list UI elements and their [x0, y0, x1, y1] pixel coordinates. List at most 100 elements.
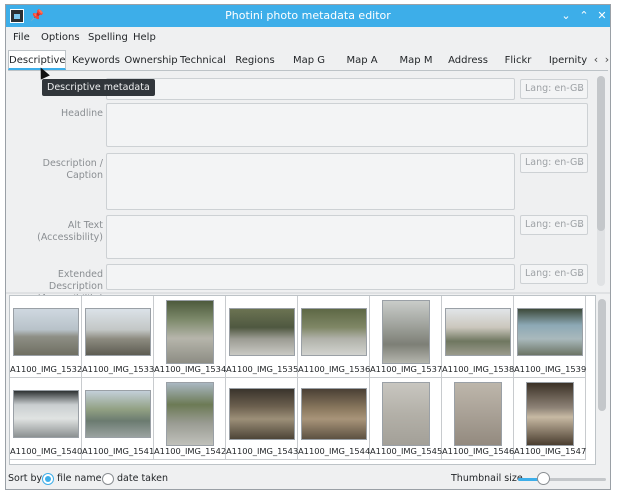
thumbnail-label: A1100_IMG_1533 — [82, 364, 155, 374]
chevron-down-icon: ⌄ — [576, 84, 583, 93]
tab-map-a[interactable]: Map A — [338, 51, 386, 71]
alt-text-label: Alt Text (Accessibility) — [37, 220, 103, 243]
close-icon[interactable]: ✕ — [594, 8, 610, 24]
window-title: Photini photo metadata editor — [225, 9, 391, 22]
tab-address[interactable]: Address — [444, 51, 492, 71]
maximize-icon[interactable]: ⌃ — [576, 8, 592, 24]
thumbnail-label: A1100_IMG_1544 — [298, 446, 371, 456]
thumbnail-label: A1100_IMG_1540 — [10, 446, 83, 456]
tab-keywords[interactable]: Keywords — [68, 51, 124, 71]
tab-ownership[interactable]: Ownership — [124, 51, 178, 71]
alt-text-lang-select[interactable]: Lang: en-GB ⌄ — [520, 215, 588, 235]
tab-flickr[interactable]: Flickr — [496, 51, 540, 71]
splitter-handle[interactable] — [6, 292, 610, 294]
thumbnail-A1100_IMG_1543[interactable]: A1100_IMG_1543 — [226, 378, 298, 460]
chevron-down-icon: ⌄ — [576, 158, 583, 167]
thumbnail-label: A1100_IMG_1534 — [154, 364, 227, 374]
description-lang-value: Lang: en-GB — [525, 157, 584, 168]
tab-scroll-left-icon[interactable]: ‹ — [591, 52, 601, 68]
thumbnail-label: A1100_IMG_1546 — [442, 446, 515, 456]
extended-description-field[interactable] — [106, 264, 515, 290]
menu-options[interactable]: Options — [41, 31, 80, 45]
alt-text-field[interactable] — [106, 215, 515, 259]
form-scrollbar[interactable] — [597, 76, 605, 286]
thumbnail-scrollbar[interactable] — [598, 299, 606, 411]
app-window: 📌 Photini photo metadata editor ⌄ ⌃ ✕ Fi… — [5, 4, 611, 490]
thumbnail-A1100_IMG_1535[interactable]: A1100_IMG_1535 — [226, 296, 298, 378]
thumbnail-label: A1100_IMG_1537 — [370, 364, 443, 374]
thumbnail-size-label: Thumbnail size — [451, 473, 523, 484]
thumbnail-label: A1100_IMG_1535 — [226, 364, 299, 374]
thumbnail-A1100_IMG_1541[interactable]: A1100_IMG_1541 — [82, 378, 154, 460]
thumbnail-image — [229, 388, 295, 440]
thumbnail-A1100_IMG_1537[interactable]: A1100_IMG_1537 — [370, 296, 442, 378]
thumbnail-A1100_IMG_1540[interactable]: A1100_IMG_1540 — [10, 378, 82, 460]
title-field[interactable] — [106, 78, 515, 100]
menu-spelling[interactable]: Spelling — [88, 31, 128, 45]
status-bar: Sort by file name date taken Thumbnail s… — [6, 468, 610, 489]
thumbnail-label: A1100_IMG_1539 — [514, 364, 587, 374]
thumbnail-A1100_IMG_1538[interactable]: A1100_IMG_1538 — [442, 296, 514, 378]
sort-by-label: Sort by — [8, 473, 43, 484]
thumbnail-label: A1100_IMG_1538 — [442, 364, 515, 374]
extended-description-lang-select[interactable]: Lang: en-GB ⌄ — [520, 264, 588, 284]
sort-date-taken-radio[interactable] — [102, 473, 114, 485]
tooltip: Descriptive metadata — [42, 79, 155, 96]
thumbnail-grid: A1100_IMG_1532 A1100_IMG_1533 A1100_IMG_15… — [9, 295, 596, 465]
sort-file-name-radio[interactable] — [42, 473, 54, 485]
tab-bar: Descriptive Keywords Ownership Technical… — [8, 49, 610, 71]
description-field[interactable] — [106, 153, 515, 210]
thumbnail-image — [382, 300, 430, 364]
title-lang-value: Lang: en-GB — [525, 83, 584, 94]
thumbnail-A1100_IMG_1544[interactable]: A1100_IMG_1544 — [298, 378, 370, 460]
sort-file-name-label[interactable]: file name — [57, 473, 101, 485]
tab-scroll-right-icon[interactable]: › — [602, 52, 610, 68]
thumbnail-A1100_IMG_1546[interactable]: A1100_IMG_1546 — [442, 378, 514, 460]
thumbnail-label: A1100_IMG_1547 — [514, 446, 587, 456]
form-scrollbar-handle[interactable] — [597, 76, 605, 231]
thumbnail-A1100_IMG_1542[interactable]: A1100_IMG_1542 — [154, 378, 226, 460]
tab-ipernity[interactable]: Ipernity — [544, 51, 592, 71]
thumbnail-A1100_IMG_1532[interactable]: A1100_IMG_1532 — [10, 296, 82, 378]
thumbnail-size-slider[interactable] — [518, 478, 606, 481]
menu-file[interactable]: File — [13, 31, 30, 45]
thumbnail-image — [229, 308, 295, 356]
tab-map-m[interactable]: Map M — [391, 51, 441, 71]
title-bar[interactable]: 📌 Photini photo metadata editor ⌄ ⌃ ✕ — [6, 5, 610, 27]
sort-date-taken-label[interactable]: date taken — [117, 473, 168, 485]
extended-description-lang-value: Lang: en-GB — [525, 268, 584, 279]
thumbnail-image — [166, 382, 214, 446]
thumbnail-image — [445, 308, 511, 356]
thumbnail-label: A1100_IMG_1541 — [82, 446, 155, 456]
headline-label: Headline — [61, 108, 103, 119]
minimize-icon[interactable]: ⌄ — [558, 8, 574, 24]
thumbnail-image — [85, 390, 151, 438]
description-lang-select[interactable]: Lang: en-GB ⌄ — [520, 153, 588, 173]
tab-regions[interactable]: Regions — [230, 51, 280, 71]
title-lang-select[interactable]: Lang: en-GB ⌄ — [520, 79, 588, 99]
tab-descriptive[interactable]: Descriptive — [8, 50, 66, 70]
thumbnail-image — [166, 300, 214, 364]
thumbnail-image — [301, 388, 367, 440]
alt-text-lang-value: Lang: en-GB — [525, 219, 584, 230]
thumbnail-size-handle[interactable] — [537, 472, 550, 485]
thumbnail-A1100_IMG_1533[interactable]: A1100_IMG_1533 — [82, 296, 154, 378]
headline-field[interactable] — [106, 103, 588, 147]
thumbnail-image — [301, 308, 367, 356]
tab-map-g[interactable]: Map G — [285, 51, 333, 71]
thumbnail-A1100_IMG_1534[interactable]: A1100_IMG_1534 — [154, 296, 226, 378]
thumbnail-A1100_IMG_1547[interactable]: A1100_IMG_1547 — [514, 378, 586, 460]
menu-help[interactable]: Help — [133, 31, 156, 45]
chevron-down-icon: ⌄ — [576, 269, 583, 278]
thumbnail-image — [85, 308, 151, 356]
descriptive-form: Title Lang: en-GB⌄ Headline Description … — [6, 72, 610, 304]
description-label: Description / Caption — [42, 158, 103, 181]
thumbnail-A1100_IMG_1539[interactable]: A1100_IMG_1539 — [514, 296, 586, 378]
thumbnail-A1100_IMG_1545[interactable]: A1100_IMG_1545 — [370, 378, 442, 460]
thumbnail-label: A1100_IMG_1542 — [154, 446, 227, 456]
thumbnail-image — [13, 308, 79, 356]
thumbnail-label: A1100_IMG_1545 — [370, 446, 443, 456]
tab-technical[interactable]: Technical — [178, 51, 228, 71]
thumbnail-A1100_IMG_1536[interactable]: A1100_IMG_1536 — [298, 296, 370, 378]
thumbnail-image — [382, 382, 430, 446]
